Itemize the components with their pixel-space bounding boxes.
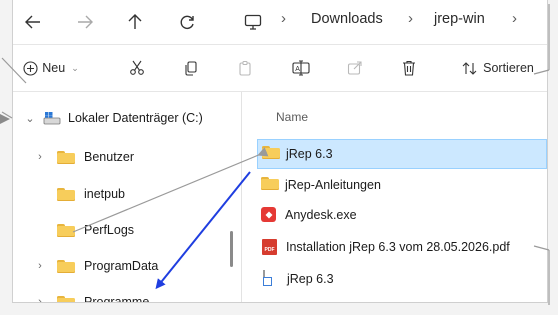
folder-icon — [57, 295, 75, 302]
breadcrumb-downloads[interactable]: Downloads — [311, 11, 383, 27]
tree-item-local-disk[interactable]: ⌄ Lokaler Datenträger (C:) — [23, 106, 203, 130]
refresh-icon[interactable] — [173, 8, 201, 36]
file-row-jrep-shortcut[interactable]: jRep 6.3 — [257, 264, 547, 294]
drive-icon — [43, 112, 61, 125]
share-icon — [347, 61, 362, 75]
back-arrow-icon[interactable] — [19, 8, 47, 36]
file-name: Anydesk.exe — [285, 208, 357, 222]
tree-item-label: Lokaler Datenträger (C:) — [68, 111, 203, 125]
file-row-jrep-anleitungen[interactable]: jRep-Anleitungen — [257, 170, 547, 200]
chevron-right-icon: › — [281, 10, 286, 27]
clipboard-icon — [239, 61, 251, 76]
sort-button[interactable]: Sortieren — [453, 53, 543, 83]
navigation-pane: ⌄ Lokaler Datenträger (C:) › Benutzer in… — [13, 92, 242, 302]
column-header-name[interactable]: Name — [276, 110, 308, 124]
tree-item-benutzer[interactable]: › Benutzer — [33, 145, 134, 169]
command-bar: Neu ⌄ A Sortieren — [13, 45, 547, 92]
rename-button[interactable]: A — [287, 53, 315, 83]
chevron-right-icon[interactable]: › — [33, 296, 47, 302]
tree-item-label: PerfLogs — [84, 223, 135, 237]
cut-button[interactable] — [123, 53, 151, 83]
anydesk-icon — [261, 207, 276, 222]
rename-icon: A — [292, 60, 310, 76]
shortcut-icon — [263, 270, 265, 286]
tree-item-label: Programme — [84, 295, 150, 303]
chevron-right-icon[interactable]: › — [512, 10, 517, 27]
delete-button[interactable] — [395, 53, 423, 83]
chevron-down-icon[interactable]: ⌄ — [23, 112, 37, 125]
sort-button-label: Sortieren — [483, 61, 534, 75]
new-button[interactable]: Neu ⌄ — [19, 53, 83, 83]
breadcrumb-jrep-win[interactable]: jrep-win — [434, 11, 485, 27]
folder-icon — [57, 259, 75, 273]
chevron-down-icon: ⌄ — [71, 62, 79, 73]
folder-icon — [57, 223, 75, 237]
chevron-right-icon[interactable]: › — [33, 151, 47, 163]
tree-item-label: Benutzer — [84, 150, 135, 164]
address-bar: › Downloads › jrep-win › — [13, 0, 547, 45]
paste-button[interactable] — [231, 53, 259, 83]
chevron-right-icon[interactable]: › — [33, 260, 47, 272]
file-explorer-window: › Downloads › jrep-win › Neu ⌄ A Sortier… — [12, 0, 548, 303]
pdf-file-icon: PDF — [262, 239, 277, 255]
tree-item-perflogs[interactable]: PerfLogs — [57, 218, 134, 242]
trash-icon — [403, 60, 415, 76]
copy-icon — [185, 61, 197, 76]
folder-icon — [262, 146, 280, 159]
callout-arrow-icon — [0, 114, 10, 124]
svg-text:A: A — [295, 66, 300, 73]
folder-icon — [57, 150, 75, 164]
plus-circle-icon — [23, 60, 38, 76]
copy-button[interactable] — [177, 53, 205, 83]
tree-item-inetpub[interactable]: inetpub — [57, 182, 125, 206]
file-row-jrep-folder[interactable]: jRep 6.3 — [257, 139, 547, 169]
file-name: jRep-Anleitungen — [285, 178, 381, 192]
tree-item-programdata[interactable]: › ProgramData — [33, 254, 158, 278]
file-row-pdf[interactable]: PDF Installation jRep 6.3 vom 28.05.2026… — [257, 232, 547, 262]
computer-icon[interactable] — [239, 8, 267, 36]
file-name: jRep 6.3 — [287, 272, 334, 286]
tree-item-label: inetpub — [84, 187, 126, 201]
folder-icon — [57, 187, 75, 201]
scissors-icon — [130, 60, 144, 75]
file-list: Name jRep 6.3 jRep-Anleitungen Anydesk.e… — [242, 92, 547, 302]
callout-line — [1, 111, 13, 119]
file-name: jRep 6.3 — [286, 147, 333, 161]
tree-item-label: ProgramData — [84, 259, 159, 273]
chevron-right-icon: › — [408, 10, 413, 27]
new-button-label: Neu — [42, 61, 66, 75]
file-name: Installation jRep 6.3 vom 28.05.2026.pdf — [286, 240, 510, 254]
folder-icon — [261, 177, 279, 190]
share-button[interactable] — [341, 53, 369, 83]
sort-icon — [462, 61, 477, 75]
up-arrow-icon[interactable] — [121, 8, 149, 36]
forward-arrow-icon[interactable] — [71, 8, 99, 36]
sidebar-scrollbar-thumb[interactable] — [230, 231, 233, 267]
tree-item-programme[interactable]: › Programme — [33, 290, 150, 303]
file-row-anydesk[interactable]: Anydesk.exe — [257, 200, 547, 230]
